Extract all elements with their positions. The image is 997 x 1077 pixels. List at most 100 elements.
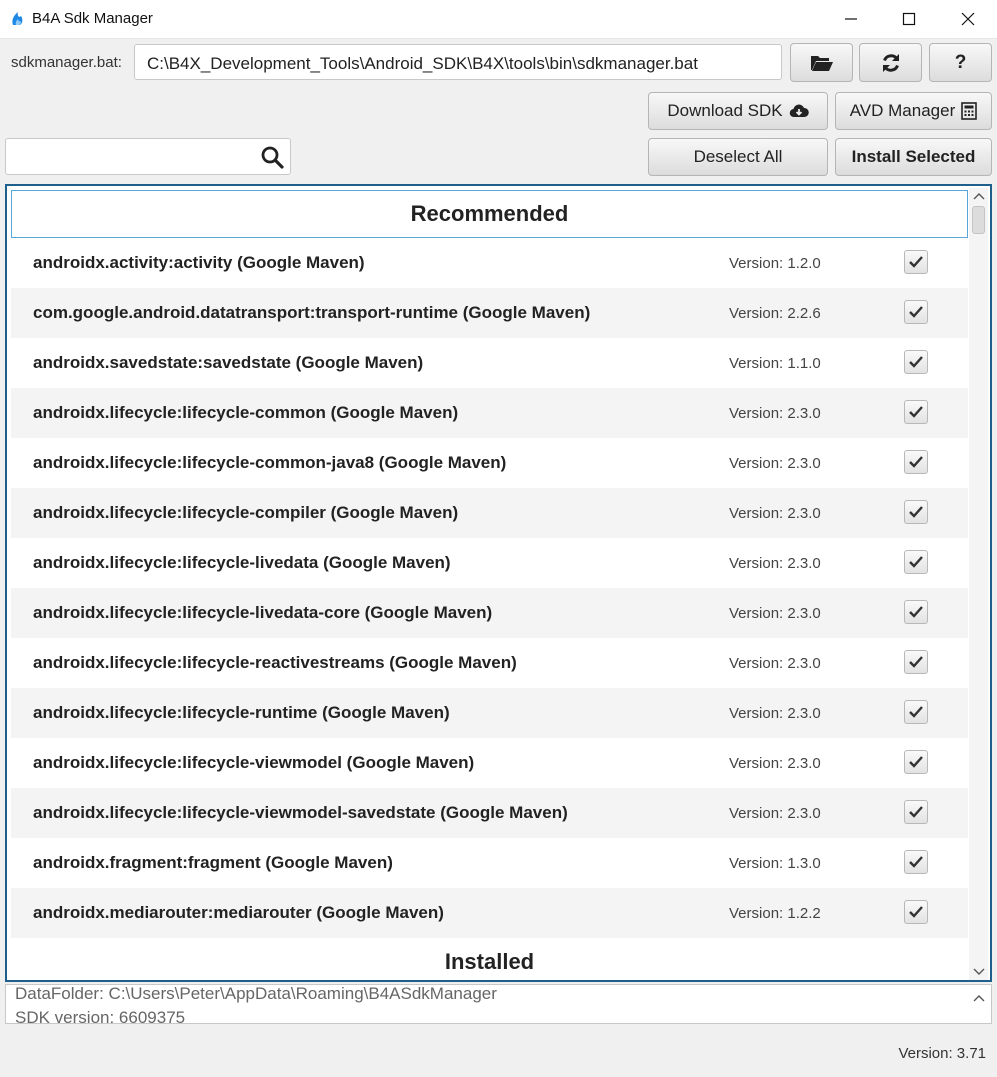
package-row[interactable]: androidx.lifecycle:lifecycle-runtime (Go… <box>11 688 968 738</box>
package-checkbox[interactable] <box>904 900 928 924</box>
help-button[interactable]: ? <box>929 43 992 82</box>
checkmark-icon <box>909 306 923 318</box>
checkmark-icon <box>909 756 923 768</box>
sdkmanager-path-input[interactable]: C:\B4X_Development_Tools\Android_SDK\B4X… <box>134 44 782 80</box>
package-list-panel: Recommended androidx.activity:activity (… <box>5 184 992 982</box>
package-checkbox[interactable] <box>904 800 928 824</box>
package-name: androidx.lifecycle:lifecycle-compiler (G… <box>33 503 459 522</box>
package-version: Version: 2.3.0 <box>729 554 821 572</box>
package-row[interactable]: androidx.mediarouter:mediarouter (Google… <box>11 888 968 938</box>
package-version: Version: 1.2.2 <box>729 904 821 922</box>
package-row[interactable]: androidx.lifecycle:lifecycle-common-java… <box>11 438 968 488</box>
minimize-button[interactable] <box>822 0 880 38</box>
package-name: androidx.savedstate:savedstate (Google M… <box>33 353 424 372</box>
package-row[interactable]: androidx.activity:activity (Google Maven… <box>11 238 968 288</box>
package-row[interactable]: androidx.lifecycle:lifecycle-compiler (G… <box>11 488 968 538</box>
log-lines: DataFolder: C:\Users\Peter\AppData\Roami… <box>15 984 497 1024</box>
package-checkbox[interactable] <box>904 400 928 424</box>
avd-manager-button[interactable]: AVD Manager <box>835 92 992 130</box>
deselect-all-button[interactable]: Deselect All <box>648 138 828 176</box>
scroll-up-button[interactable] <box>969 188 988 204</box>
section-header-recommended: Recommended <box>11 190 968 238</box>
package-row[interactable]: androidx.lifecycle:lifecycle-viewmodel-s… <box>11 788 968 838</box>
package-version: Version: 2.2.6 <box>729 304 821 322</box>
package-version: Version: 2.3.0 <box>729 404 821 422</box>
package-checkbox[interactable] <box>904 250 928 274</box>
package-version: Version: 2.3.0 <box>729 504 821 522</box>
package-checkbox[interactable] <box>904 500 928 524</box>
maximize-icon <box>902 12 916 26</box>
package-checkbox[interactable] <box>904 450 928 474</box>
section-header-installed: Installed <box>11 938 968 980</box>
package-row[interactable]: com.google.android.datatransport:transpo… <box>11 288 968 338</box>
close-button[interactable] <box>939 0 997 38</box>
scroll-thumb[interactable] <box>972 206 985 234</box>
chevron-up-icon <box>973 995 985 1002</box>
package-checkbox[interactable] <box>904 650 928 674</box>
chevron-down-icon <box>973 968 984 975</box>
package-row[interactable]: androidx.savedstate:savedstate (Google M… <box>11 338 968 388</box>
package-version: Version: 2.3.0 <box>729 804 821 822</box>
package-name: androidx.lifecycle:lifecycle-runtime (Go… <box>33 703 450 722</box>
package-row[interactable]: androidx.lifecycle:lifecycle-viewmodel (… <box>11 738 968 788</box>
checkmark-icon <box>909 356 923 368</box>
folder-open-icon <box>810 55 833 71</box>
package-checkbox[interactable] <box>904 600 928 624</box>
package-version: Version: 1.2.0 <box>729 254 821 272</box>
package-version: Version: 2.3.0 <box>729 454 821 472</box>
maximize-button[interactable] <box>880 0 938 38</box>
b4a-logo-icon <box>12 12 23 25</box>
package-checkbox[interactable] <box>904 300 928 324</box>
list-scrollbar[interactable] <box>969 188 988 980</box>
package-checkbox[interactable] <box>904 700 928 724</box>
package-name: androidx.activity:activity (Google Maven… <box>33 253 365 272</box>
package-name: androidx.mediarouter:mediarouter (Google… <box>33 903 444 922</box>
app-version-label: Version: 3.71 <box>898 1045 986 1062</box>
package-row[interactable]: androidx.lifecycle:lifecycle-livedata-co… <box>11 588 968 638</box>
package-version: Version: 2.3.0 <box>729 654 821 672</box>
package-list: Recommended androidx.activity:activity (… <box>11 190 968 980</box>
log-line-datafolder: DataFolder: C:\Users\Peter\AppData\Roami… <box>15 984 497 1003</box>
checkmark-icon <box>909 456 923 468</box>
package-version: Version: 2.3.0 <box>729 704 821 722</box>
checkmark-icon <box>909 906 923 918</box>
sdkmanager-path-label: sdkmanager.bat: <box>11 54 122 71</box>
install-selected-button[interactable]: Install Selected <box>835 138 992 176</box>
checkmark-icon <box>909 506 923 518</box>
package-row[interactable]: androidx.fragment:fragment (Google Maven… <box>11 838 968 888</box>
package-name: androidx.lifecycle:lifecycle-common (Goo… <box>33 403 459 422</box>
checkmark-icon <box>909 556 923 568</box>
package-version: Version: 2.3.0 <box>729 604 821 622</box>
browse-folder-button[interactable] <box>790 43 853 82</box>
package-name: androidx.fragment:fragment (Google Maven… <box>33 853 393 872</box>
package-checkbox[interactable] <box>904 850 928 874</box>
package-checkbox[interactable] <box>904 350 928 374</box>
package-checkbox[interactable] <box>904 550 928 574</box>
log-output[interactable]: DataFolder: C:\Users\Peter\AppData\Roami… <box>5 984 992 1024</box>
scroll-down-button[interactable] <box>969 964 988 980</box>
package-row[interactable]: androidx.lifecycle:lifecycle-livedata (G… <box>11 538 968 588</box>
log-scrollbar[interactable] <box>970 988 988 1022</box>
checkmark-icon <box>909 406 923 418</box>
checkmark-icon <box>909 256 923 268</box>
package-name: com.google.android.datatransport:transpo… <box>33 303 591 322</box>
package-name: androidx.lifecycle:lifecycle-reactivestr… <box>33 653 517 672</box>
download-sdk-label: Download SDK <box>667 101 783 120</box>
checkmark-icon <box>909 606 923 618</box>
package-row[interactable]: androidx.lifecycle:lifecycle-reactivestr… <box>11 638 968 688</box>
search-icon[interactable] <box>260 145 284 169</box>
package-row[interactable]: androidx.lifecycle:lifecycle-common (Goo… <box>11 388 968 438</box>
download-sdk-button[interactable]: Download SDK <box>648 92 828 130</box>
log-line-sdk-version: SDK version: 6609375 <box>15 1008 186 1024</box>
package-version: Version: 1.1.0 <box>729 354 821 372</box>
package-checkbox[interactable] <box>904 750 928 774</box>
close-icon <box>961 12 975 26</box>
chevron-up-icon <box>973 193 984 200</box>
search-input[interactable] <box>5 138 291 175</box>
checkmark-icon <box>909 856 923 868</box>
package-name: androidx.lifecycle:lifecycle-viewmodel-s… <box>33 803 568 822</box>
package-name: androidx.lifecycle:lifecycle-common-java… <box>33 453 507 472</box>
package-name: androidx.lifecycle:lifecycle-viewmodel (… <box>33 753 475 772</box>
refresh-button[interactable] <box>859 43 922 82</box>
package-name: androidx.lifecycle:lifecycle-livedata (G… <box>33 553 451 572</box>
